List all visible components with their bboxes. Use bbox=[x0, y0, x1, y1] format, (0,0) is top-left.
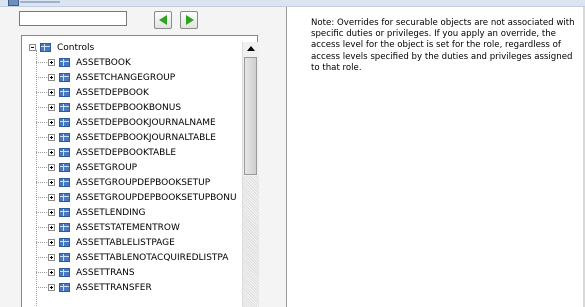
tree-connector bbox=[36, 122, 47, 123]
expand-icon[interactable] bbox=[48, 134, 55, 141]
tree-item-label: ASSETDEPBOOKJOURNALNAME bbox=[76, 118, 216, 128]
tree-item-label: ASSETGROUP bbox=[76, 163, 138, 173]
tree-connector-line bbox=[36, 50, 37, 307]
tree-root-label: Controls bbox=[57, 43, 95, 53]
table-icon bbox=[59, 208, 70, 217]
scrollbar-thumb[interactable] bbox=[244, 57, 257, 175]
expand-icon[interactable] bbox=[48, 284, 55, 291]
collapse-icon[interactable] bbox=[29, 44, 36, 51]
table-icon bbox=[59, 133, 70, 142]
table-icon bbox=[59, 103, 70, 112]
search-input[interactable] bbox=[19, 11, 127, 26]
expand-icon[interactable] bbox=[48, 59, 55, 66]
expand-icon[interactable] bbox=[48, 164, 55, 171]
tree-connector bbox=[36, 107, 47, 108]
tree-connector bbox=[36, 272, 47, 273]
table-icon bbox=[59, 58, 70, 67]
table-icon bbox=[59, 118, 70, 127]
expand-icon[interactable] bbox=[48, 74, 55, 81]
next-button[interactable] bbox=[180, 11, 198, 29]
tree-item-label: ASSETLENDING bbox=[76, 208, 146, 218]
expand-icon[interactable] bbox=[48, 179, 55, 186]
header-divider bbox=[20, 1, 60, 3]
table-icon bbox=[59, 148, 70, 157]
green-right-arrow-icon bbox=[186, 15, 194, 25]
table-icon bbox=[59, 253, 70, 262]
tree-item-label: ASSETDEPBOOKBONUS bbox=[76, 103, 182, 113]
table-icon bbox=[59, 73, 70, 82]
expand-icon[interactable] bbox=[48, 104, 55, 111]
table-icon bbox=[59, 268, 70, 277]
tree-item-label: ASSETDEPBOOK bbox=[76, 88, 149, 98]
expand-icon[interactable] bbox=[48, 149, 55, 156]
tree-item-label: ASSETDEPBOOKTABLE bbox=[76, 148, 177, 158]
tree-connector bbox=[36, 92, 47, 93]
expand-icon[interactable] bbox=[48, 194, 55, 201]
expand-icon[interactable] bbox=[48, 89, 55, 96]
tree-item-label: ASSETSTATEMENTROW bbox=[76, 223, 180, 233]
expand-icon[interactable] bbox=[48, 209, 55, 216]
expand-icon[interactable] bbox=[48, 119, 55, 126]
tree-connector bbox=[36, 62, 47, 63]
tree-item-label: ASSETGROUPDEPBOOKSETUP bbox=[76, 178, 211, 188]
tree-connector bbox=[36, 197, 47, 198]
window-header-strip bbox=[0, 0, 585, 7]
tree-item-label: ASSETDEPBOOKJOURNALTABLE bbox=[76, 133, 216, 143]
tree-item-label: ASSETTABLENOTACQUIREDLISTPA bbox=[76, 253, 229, 263]
tree-item-label: ASSETTRANSFER bbox=[76, 283, 152, 293]
tree-item-label: ASSETBOOK bbox=[76, 58, 131, 68]
tree-connector bbox=[36, 242, 47, 243]
table-icon bbox=[59, 88, 70, 97]
expand-icon[interactable] bbox=[48, 224, 55, 231]
tree-connector bbox=[36, 227, 47, 228]
tree-connector bbox=[36, 287, 47, 288]
table-icon bbox=[40, 43, 51, 52]
right-pane: Note: Overrides for securable objects ar… bbox=[287, 7, 585, 307]
expand-icon[interactable] bbox=[48, 269, 55, 276]
tree-connector bbox=[36, 182, 47, 183]
override-note: Note: Overrides for securable objects ar… bbox=[311, 18, 575, 73]
tree-item-label: ASSETCHANGEGROUP bbox=[76, 73, 176, 83]
window-icon bbox=[8, 0, 19, 6]
scrollbar-track[interactable] bbox=[243, 176, 259, 307]
tree-connector bbox=[36, 167, 47, 168]
tree-connector bbox=[36, 212, 47, 213]
controls-tree[interactable]: Controls ASSETBOOK ASSETCHANGEGROUP ASSE… bbox=[21, 35, 258, 307]
tree-connector bbox=[36, 152, 47, 153]
tree-item-label: ASSETTABLELISTPAGE bbox=[76, 238, 175, 248]
tree-scrollbar[interactable] bbox=[242, 42, 259, 307]
tree-item-label: ASSETGROUPDEPBOOKSETUPBONU bbox=[76, 193, 237, 203]
expand-icon[interactable] bbox=[48, 254, 55, 261]
table-icon bbox=[59, 283, 70, 292]
table-icon bbox=[59, 178, 70, 187]
tree-connector bbox=[36, 257, 47, 258]
tree-connector bbox=[36, 137, 47, 138]
table-icon bbox=[59, 223, 70, 232]
scroll-up-arrow-icon[interactable] bbox=[243, 42, 258, 56]
expand-icon[interactable] bbox=[48, 239, 55, 246]
table-icon bbox=[59, 193, 70, 202]
table-icon bbox=[59, 238, 70, 247]
green-left-arrow-icon bbox=[159, 15, 167, 25]
tree-item-label: ASSETTRANS bbox=[76, 268, 135, 278]
table-icon bbox=[59, 163, 70, 172]
previous-button[interactable] bbox=[154, 11, 172, 29]
tree-connector bbox=[36, 77, 47, 78]
